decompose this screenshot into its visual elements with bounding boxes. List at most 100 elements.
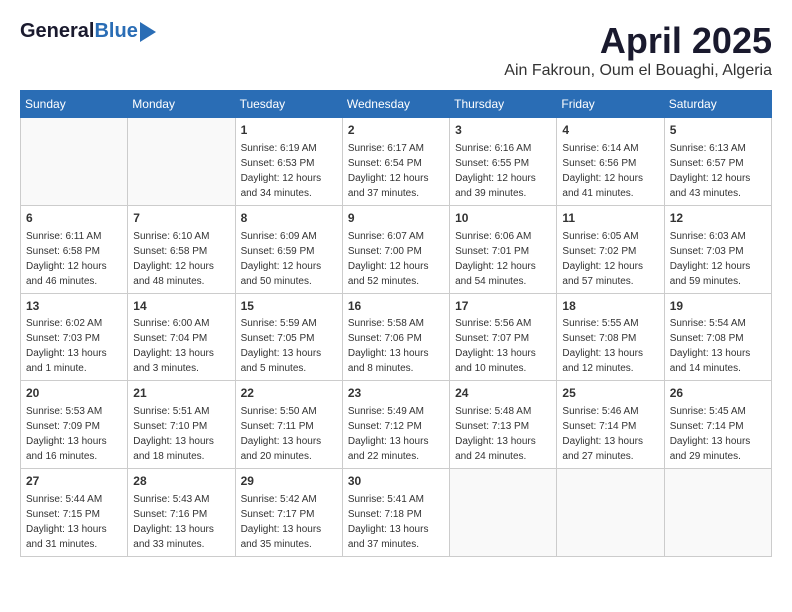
day-info: Sunrise: 5:53 AMSunset: 7:09 PMDaylight:… xyxy=(26,404,122,464)
day-number: 27 xyxy=(26,473,122,490)
day-info: Sunrise: 6:05 AMSunset: 7:02 PMDaylight:… xyxy=(562,229,658,289)
calendar-cell: 13Sunrise: 6:02 AMSunset: 7:03 PMDayligh… xyxy=(21,293,128,381)
calendar-cell xyxy=(664,469,771,557)
day-number: 12 xyxy=(670,210,766,227)
calendar-week-row: 13Sunrise: 6:02 AMSunset: 7:03 PMDayligh… xyxy=(21,293,772,381)
day-number: 23 xyxy=(348,385,444,402)
col-tuesday: Tuesday xyxy=(235,91,342,118)
calendar-cell: 12 Sunrise: 6:03 AMSunset: 7:03 PMDayligh… xyxy=(664,205,771,293)
calendar-cell: 29 Sunrise: 5:42 AMSunset: 7:17 PMDayligh… xyxy=(235,469,342,557)
calendar-cell: 26Sunrise: 5:45 AMSunset: 7:14 PMDayligh… xyxy=(664,381,771,469)
calendar-cell: 18Sunrise: 5:55 AMSunset: 7:08 PMDayligh… xyxy=(557,293,664,381)
page-header: General Blue April 2025 Ain Fakroun, Oum… xyxy=(20,20,772,80)
day-number: 17 xyxy=(455,298,551,315)
calendar-week-row: 20 Sunrise: 5:53 AMSunset: 7:09 PMDayligh… xyxy=(21,381,772,469)
day-number: 30 xyxy=(348,473,444,490)
day-info: Sunrise: 5:46 AMSunset: 7:14 PMDaylight:… xyxy=(562,404,658,464)
col-friday: Friday xyxy=(557,91,664,118)
day-info: Sunrise: 6:14 AMSunset: 6:56 PMDaylight:… xyxy=(562,141,658,201)
day-info: Sunrise: 5:43 AMSunset: 7:16 PMDaylight:… xyxy=(133,492,229,552)
day-number: 20 xyxy=(26,385,122,402)
day-info: Sunrise: 6:19 AMSunset: 6:53 PMDaylight:… xyxy=(241,141,337,201)
calendar-cell xyxy=(21,118,128,206)
title-area: April 2025 Ain Fakroun, Oum el Bouaghi, … xyxy=(504,20,772,80)
day-number: 22 xyxy=(241,385,337,402)
day-number: 1 xyxy=(241,122,337,139)
day-number: 16 xyxy=(348,298,444,315)
day-info: Sunrise: 6:17 AMSunset: 6:54 PMDaylight:… xyxy=(348,141,444,201)
day-info: Sunrise: 5:45 AMSunset: 7:14 PMDaylight:… xyxy=(670,404,766,464)
day-number: 15 xyxy=(241,298,337,315)
calendar-week-row: 27 Sunrise: 5:44 AMSunset: 7:15 PMDayligh… xyxy=(21,469,772,557)
calendar-cell: 24 Sunrise: 5:48 AMSunset: 7:13 PMDayligh… xyxy=(450,381,557,469)
day-info: Sunrise: 6:06 AMSunset: 7:01 PMDaylight:… xyxy=(455,229,551,289)
calendar-cell xyxy=(450,469,557,557)
day-info: Sunrise: 5:44 AMSunset: 7:15 PMDaylight:… xyxy=(26,492,122,552)
day-info: Sunrise: 5:58 AMSunset: 7:06 PMDaylight:… xyxy=(348,316,444,376)
calendar-cell: 11Sunrise: 6:05 AMSunset: 7:02 PMDayligh… xyxy=(557,205,664,293)
day-info: Sunrise: 6:11 AMSunset: 6:58 PMDaylight:… xyxy=(26,229,122,289)
calendar-cell: 1 Sunrise: 6:19 AMSunset: 6:53 PMDaylight… xyxy=(235,118,342,206)
day-info: Sunrise: 6:00 AMSunset: 7:04 PMDaylight:… xyxy=(133,316,229,376)
day-number: 21 xyxy=(133,385,229,402)
day-number: 7 xyxy=(133,210,229,227)
day-number: 19 xyxy=(670,298,766,315)
calendar-cell: 27 Sunrise: 5:44 AMSunset: 7:15 PMDayligh… xyxy=(21,469,128,557)
day-info: Sunrise: 5:50 AMSunset: 7:11 PMDaylight:… xyxy=(241,404,337,464)
calendar-cell: 28 Sunrise: 5:43 AMSunset: 7:16 PMDayligh… xyxy=(128,469,235,557)
logo-blue: Blue xyxy=(94,20,137,43)
calendar-cell: 20 Sunrise: 5:53 AMSunset: 7:09 PMDayligh… xyxy=(21,381,128,469)
calendar-cell: 16Sunrise: 5:58 AMSunset: 7:06 PMDayligh… xyxy=(342,293,449,381)
calendar-cell: 6 Sunrise: 6:11 AMSunset: 6:58 PMDaylight… xyxy=(21,205,128,293)
calendar-cell: 21Sunrise: 5:51 AMSunset: 7:10 PMDayligh… xyxy=(128,381,235,469)
calendar-cell: 2 Sunrise: 6:17 AMSunset: 6:54 PMDaylight… xyxy=(342,118,449,206)
logo-arrow-icon xyxy=(140,22,156,42)
day-number: 4 xyxy=(562,122,658,139)
col-thursday: Thursday xyxy=(450,91,557,118)
day-number: 14 xyxy=(133,298,229,315)
calendar-header-row: Sunday Monday Tuesday Wednesday Thursday… xyxy=(21,91,772,118)
day-info: Sunrise: 5:48 AMSunset: 7:13 PMDaylight:… xyxy=(455,404,551,464)
day-info: Sunrise: 6:09 AMSunset: 6:59 PMDaylight:… xyxy=(241,229,337,289)
calendar-cell xyxy=(128,118,235,206)
calendar-cell: 8 Sunrise: 6:09 AMSunset: 6:59 PMDaylight… xyxy=(235,205,342,293)
day-info: Sunrise: 6:10 AMSunset: 6:58 PMDaylight:… xyxy=(133,229,229,289)
day-number: 5 xyxy=(670,122,766,139)
day-number: 10 xyxy=(455,210,551,227)
day-number: 8 xyxy=(241,210,337,227)
col-saturday: Saturday xyxy=(664,91,771,118)
calendar-cell: 22 Sunrise: 5:50 AMSunset: 7:11 PMDayligh… xyxy=(235,381,342,469)
calendar-cell: 30Sunrise: 5:41 AMSunset: 7:18 PMDayligh… xyxy=(342,469,449,557)
day-number: 24 xyxy=(455,385,551,402)
calendar-cell: 9 Sunrise: 6:07 AMSunset: 7:00 PMDaylight… xyxy=(342,205,449,293)
logo: General Blue xyxy=(20,20,156,43)
day-number: 28 xyxy=(133,473,229,490)
calendar-cell: 15Sunrise: 5:59 AMSunset: 7:05 PMDayligh… xyxy=(235,293,342,381)
day-number: 9 xyxy=(348,210,444,227)
calendar-cell: 19Sunrise: 5:54 AMSunset: 7:08 PMDayligh… xyxy=(664,293,771,381)
calendar-week-row: 1 Sunrise: 6:19 AMSunset: 6:53 PMDaylight… xyxy=(21,118,772,206)
day-info: Sunrise: 5:54 AMSunset: 7:08 PMDaylight:… xyxy=(670,316,766,376)
calendar-cell: 17Sunrise: 5:56 AMSunset: 7:07 PMDayligh… xyxy=(450,293,557,381)
month-title: April 2025 xyxy=(504,20,772,62)
day-info: Sunrise: 6:02 AMSunset: 7:03 PMDaylight:… xyxy=(26,316,122,376)
calendar-cell: 23Sunrise: 5:49 AMSunset: 7:12 PMDayligh… xyxy=(342,381,449,469)
calendar-cell: 5 Sunrise: 6:13 AMSunset: 6:57 PMDaylight… xyxy=(664,118,771,206)
day-info: Sunrise: 5:56 AMSunset: 7:07 PMDaylight:… xyxy=(455,316,551,376)
day-info: Sunrise: 6:07 AMSunset: 7:00 PMDaylight:… xyxy=(348,229,444,289)
day-number: 3 xyxy=(455,122,551,139)
day-number: 25 xyxy=(562,385,658,402)
calendar-cell: 25 Sunrise: 5:46 AMSunset: 7:14 PMDayligh… xyxy=(557,381,664,469)
day-info: Sunrise: 6:13 AMSunset: 6:57 PMDaylight:… xyxy=(670,141,766,201)
day-number: 18 xyxy=(562,298,658,315)
day-info: Sunrise: 6:03 AMSunset: 7:03 PMDaylight:… xyxy=(670,229,766,289)
day-number: 29 xyxy=(241,473,337,490)
day-number: 6 xyxy=(26,210,122,227)
calendar-cell: 7 Sunrise: 6:10 AMSunset: 6:58 PMDaylight… xyxy=(128,205,235,293)
day-info: Sunrise: 5:59 AMSunset: 7:05 PMDaylight:… xyxy=(241,316,337,376)
col-wednesday: Wednesday xyxy=(342,91,449,118)
calendar-table: Sunday Monday Tuesday Wednesday Thursday… xyxy=(20,90,772,557)
day-info: Sunrise: 5:42 AMSunset: 7:17 PMDaylight:… xyxy=(241,492,337,552)
logo-general: General xyxy=(20,20,94,43)
day-number: 2 xyxy=(348,122,444,139)
